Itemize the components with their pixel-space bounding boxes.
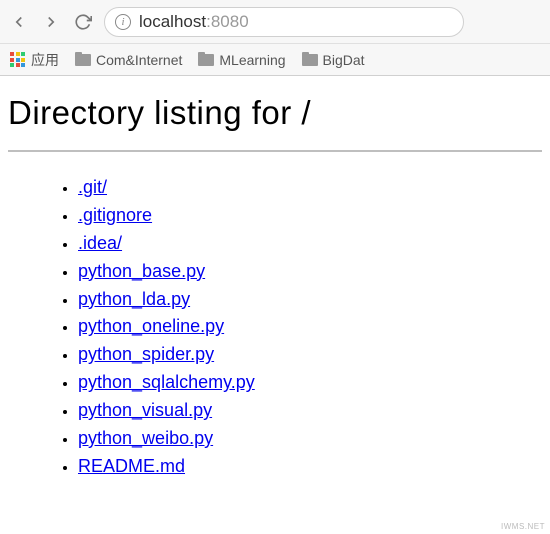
address-bar[interactable]: i localhost:8080 [104, 7, 464, 37]
list-item: .idea/ [78, 230, 542, 258]
forward-button[interactable] [42, 13, 60, 31]
entry-link[interactable]: python_spider.py [78, 344, 214, 364]
browser-toolbar: i localhost:8080 [0, 0, 550, 44]
directory-listing: .git/ .gitignore .idea/ python_base.py p… [8, 174, 542, 481]
entry-link[interactable]: python_sqlalchemy.py [78, 372, 255, 392]
info-icon[interactable]: i [115, 14, 131, 30]
bookmark-label: Com&Internet [96, 52, 182, 68]
nav-buttons [10, 13, 92, 31]
apps-label: 应用 [31, 50, 59, 70]
page-title: Directory listing for / [8, 94, 542, 132]
apps-grid-icon [10, 52, 25, 67]
entry-link[interactable]: python_lda.py [78, 289, 190, 309]
list-item: python_spider.py [78, 341, 542, 369]
bookmark-label: BigDat [323, 52, 365, 68]
entry-link[interactable]: python_visual.py [78, 400, 212, 420]
list-item: python_weibo.py [78, 425, 542, 453]
entry-link[interactable]: README.md [78, 456, 185, 476]
entry-link[interactable]: .gitignore [78, 205, 152, 225]
folder-icon [302, 54, 318, 66]
bookmark-folder-com-internet[interactable]: Com&Internet [75, 52, 182, 68]
list-item: python_lda.py [78, 286, 542, 314]
list-item: python_visual.py [78, 397, 542, 425]
divider [8, 150, 542, 152]
back-button[interactable] [10, 13, 28, 31]
entry-link[interactable]: python_weibo.py [78, 428, 213, 448]
entry-link[interactable]: python_base.py [78, 261, 205, 281]
list-item: python_base.py [78, 258, 542, 286]
url-port: :8080 [206, 12, 249, 31]
list-item: .gitignore [78, 202, 542, 230]
entry-link[interactable]: .git/ [78, 177, 107, 197]
url-display: localhost:8080 [139, 12, 249, 32]
list-item: python_sqlalchemy.py [78, 369, 542, 397]
bookmarks-bar: 应用 Com&Internet MLearning BigDat [0, 44, 550, 76]
folder-icon [198, 54, 214, 66]
entry-link[interactable]: python_oneline.py [78, 316, 224, 336]
list-item: .git/ [78, 174, 542, 202]
watermark: IWMS.NET [501, 522, 545, 531]
folder-icon [75, 54, 91, 66]
bookmark-folder-bigdata[interactable]: BigDat [302, 52, 365, 68]
url-host: localhost [139, 12, 206, 31]
reload-button[interactable] [74, 13, 92, 31]
entry-link[interactable]: .idea/ [78, 233, 122, 253]
list-item: python_oneline.py [78, 313, 542, 341]
bookmark-folder-mlearning[interactable]: MLearning [198, 52, 285, 68]
bookmark-label: MLearning [219, 52, 285, 68]
page-content: Directory listing for / .git/ .gitignore… [0, 76, 550, 491]
apps-button[interactable]: 应用 [10, 50, 59, 70]
list-item: README.md [78, 453, 542, 481]
